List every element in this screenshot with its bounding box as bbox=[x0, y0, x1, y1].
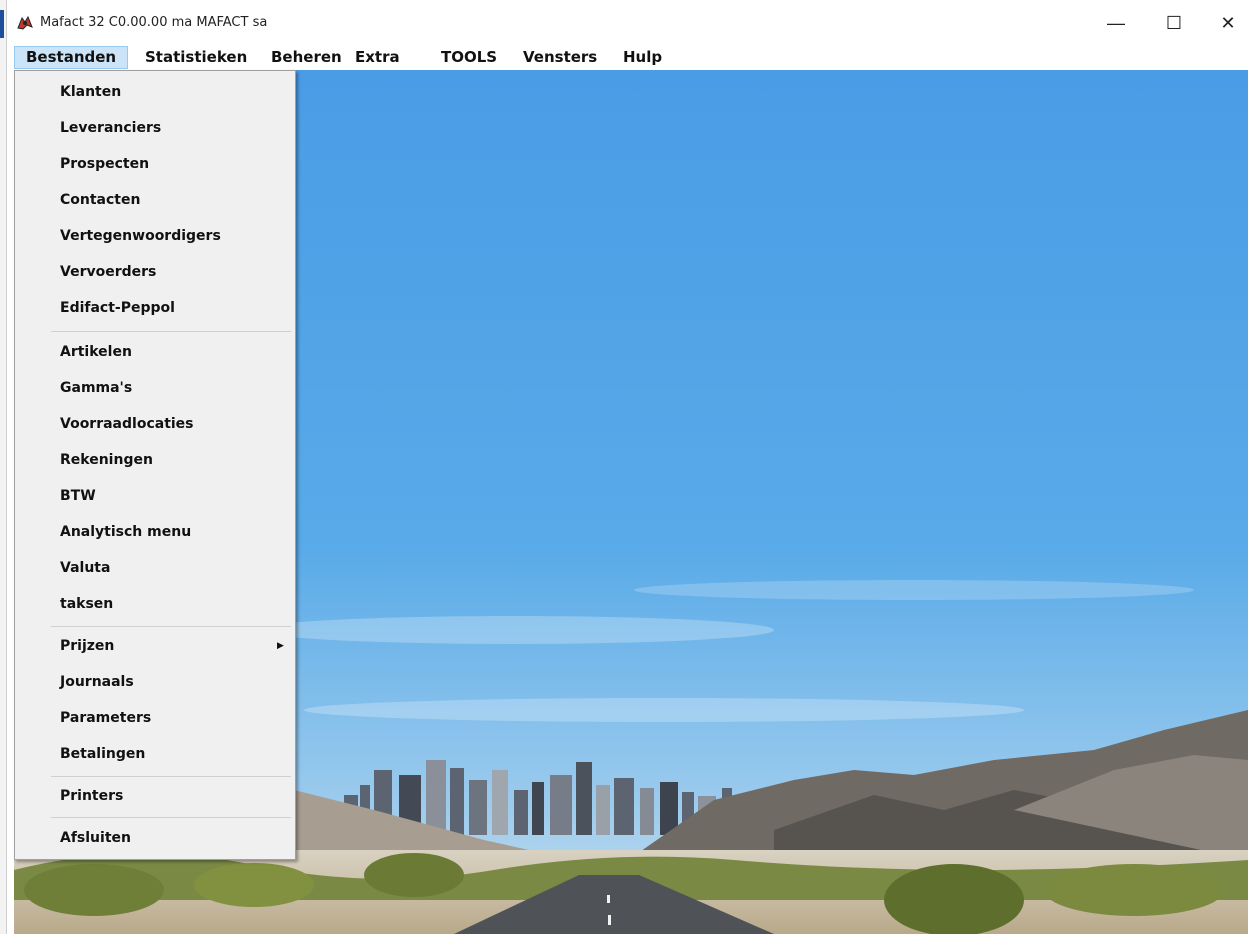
menu-tools[interactable]: TOOLS bbox=[430, 46, 508, 69]
menuitem-label: Leveranciers bbox=[60, 120, 162, 136]
menuitem-gammas[interactable]: Gamma's bbox=[15, 371, 295, 405]
menu-statistieken[interactable]: Statistieken bbox=[134, 46, 258, 69]
menu-separator bbox=[51, 817, 291, 818]
menuitem-label: Printers bbox=[60, 788, 124, 804]
menuitem-label: Analytisch menu bbox=[60, 524, 192, 540]
menuitem-label: Edifact-Peppol bbox=[60, 300, 175, 316]
title-bar: Mafact 32 C0.00.00 ma MAFACT sa — ☐ ✕ bbox=[0, 0, 1248, 46]
menuitem-label: Afsluiten bbox=[60, 830, 131, 846]
menuitem-label: Parameters bbox=[60, 710, 152, 726]
menu-bar: Bestanden Statistieken Beheren Extra TOO… bbox=[14, 46, 1248, 70]
mafact-app-icon bbox=[17, 15, 33, 30]
menuitem-parameters[interactable]: Parameters bbox=[15, 701, 295, 735]
menuitem-printers[interactable]: Printers bbox=[15, 779, 295, 813]
menuitem-label: Vertegenwoordigers bbox=[60, 228, 221, 244]
menuitem-analytisch-menu[interactable]: Analytisch menu bbox=[15, 515, 295, 549]
menuitem-label: BTW bbox=[60, 488, 96, 504]
menuitem-btw[interactable]: BTW bbox=[15, 479, 295, 513]
menuitem-label: Contacten bbox=[60, 192, 141, 208]
menuitem-label: Prijzen bbox=[60, 638, 115, 654]
menuitem-klanten[interactable]: Klanten bbox=[15, 75, 295, 109]
menuitem-valuta[interactable]: Valuta bbox=[15, 551, 295, 585]
menuitem-label: taksen bbox=[60, 596, 114, 612]
background-window-edge bbox=[0, 0, 7, 934]
menuitem-label: Vervoerders bbox=[60, 264, 157, 280]
menuitem-rekeningen[interactable]: Rekeningen bbox=[15, 443, 295, 477]
menuitem-label: Voorraadlocaties bbox=[60, 416, 194, 432]
menuitem-label: Journaals bbox=[60, 674, 134, 690]
menuitem-afsluiten[interactable]: Afsluiten bbox=[15, 821, 295, 855]
menuitem-vervoerders[interactable]: Vervoerders bbox=[15, 255, 295, 289]
menuitem-label: Prospecten bbox=[60, 156, 150, 172]
menuitem-artikelen[interactable]: Artikelen bbox=[15, 335, 295, 369]
maximize-button[interactable]: ☐ bbox=[1160, 12, 1188, 34]
menuitem-label: Artikelen bbox=[60, 344, 132, 360]
menuitem-label: Klanten bbox=[60, 84, 122, 100]
menuitem-prospecten[interactable]: Prospecten bbox=[15, 147, 295, 181]
menu-vensters[interactable]: Vensters bbox=[512, 46, 608, 69]
close-button[interactable]: ✕ bbox=[1214, 12, 1242, 34]
window-title: Mafact 32 C0.00.00 ma MAFACT sa bbox=[40, 15, 268, 30]
menu-separator bbox=[51, 776, 291, 777]
menu-extra[interactable]: Extra bbox=[344, 46, 411, 69]
menuitem-edifact-peppol[interactable]: Edifact-Peppol bbox=[15, 291, 295, 325]
menuitem-label: Rekeningen bbox=[60, 452, 153, 468]
menu-separator bbox=[51, 331, 291, 332]
minimize-button[interactable]: — bbox=[1102, 12, 1130, 34]
bestanden-dropdown-menu: Klanten Leveranciers Prospecten Contacte… bbox=[14, 70, 296, 860]
menuitem-voorraadlocaties[interactable]: Voorraadlocaties bbox=[15, 407, 295, 441]
menuitem-leveranciers[interactable]: Leveranciers bbox=[15, 111, 295, 145]
menu-bestanden[interactable]: Bestanden bbox=[14, 46, 129, 69]
menuitem-journaals[interactable]: Journaals bbox=[15, 665, 295, 699]
menuitem-vertegenwoordigers[interactable]: Vertegenwoordigers bbox=[15, 219, 295, 253]
menuitem-label: Betalingen bbox=[60, 746, 146, 762]
menuitem-contacten[interactable]: Contacten bbox=[15, 183, 295, 217]
menuitem-prijzen[interactable]: Prijzen ▶ bbox=[15, 629, 295, 663]
menuitem-label: Gamma's bbox=[60, 380, 133, 396]
menu-beheren[interactable]: Beheren bbox=[260, 46, 353, 69]
menu-hulp[interactable]: Hulp bbox=[612, 46, 673, 69]
menuitem-taksen[interactable]: taksen bbox=[15, 587, 295, 621]
menuitem-label: Valuta bbox=[60, 560, 111, 576]
submenu-arrow-icon: ▶ bbox=[277, 641, 284, 651]
menuitem-betalingen[interactable]: Betalingen bbox=[15, 737, 295, 771]
menu-separator bbox=[51, 626, 291, 627]
